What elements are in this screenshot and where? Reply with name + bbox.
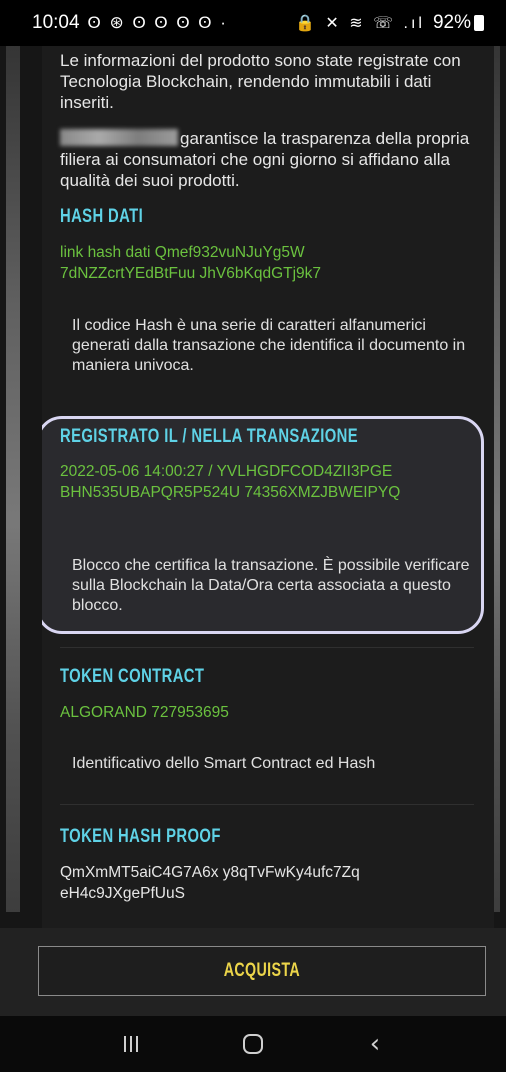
producer-paragraph: garantisce la trasparenza della propria … (60, 128, 470, 191)
section-divider (60, 804, 474, 805)
hash-dati-title: HASH DATI (60, 206, 144, 227)
home-button[interactable] (223, 1024, 283, 1064)
battery-percent: 92% (432, 12, 471, 33)
registrato-title: REGISTRATO IL / NELLA TRANSAZIONE (60, 426, 359, 447)
battery-icon (474, 15, 484, 31)
token-hash-proof-title: TOKEN HASH PROOF (60, 826, 221, 847)
redacted-producer-name (60, 129, 178, 146)
left-background-texture (6, 46, 20, 912)
hash-dati-link[interactable]: link hash dati Qmef932vuNJuYg5W 7dNZZcrt… (60, 242, 480, 284)
transaction-id[interactable]: 2022-05-06 14:00:27 / YVLHGDFCOD4ZII3PGE… (60, 461, 480, 503)
blockchain-info-panel[interactable]: Le informazioni del prodotto sono state … (42, 46, 494, 928)
section-divider (60, 647, 474, 648)
registrato-description: Blocco che certifica la transazione. È p… (72, 557, 470, 614)
home-icon (243, 1034, 263, 1054)
token-hash-proof-value: QmXmMT5aiC4G7A6x y8qTvFwKy4ufc7Zq eH4c9J… (60, 864, 360, 902)
back-chevron-icon: ‹ (369, 1029, 381, 1059)
recents-button[interactable] (101, 1024, 161, 1064)
status-time: 10:04 (32, 12, 80, 33)
purchase-footer: ACQUISTA (0, 928, 506, 1016)
acquista-button[interactable]: ACQUISTA (38, 946, 486, 996)
status-bar: 10:04 ʘ ⊛ ʘ ʘ ʘ ʘ · 🔒 ✕ ≋ ☏ .ıl 92% (0, 0, 506, 46)
system-status-icons: 🔒 ✕ ≋ ☏ .ıl (295, 15, 425, 32)
token-contract-description: Identificativo dello Smart Contract ed H… (72, 755, 376, 772)
back-button[interactable]: ‹ (345, 1024, 405, 1064)
intro-paragraph: Le informazioni del prodotto sono state … (60, 51, 461, 112)
token-contract-title: TOKEN CONTRACT (60, 666, 205, 687)
android-nav-bar: ‹ (0, 1016, 506, 1072)
token-contract-value[interactable]: ALGORAND 727953695 (60, 702, 480, 723)
app-screen: 10:04 ʘ ⊛ ʘ ʘ ʘ ʘ · 🔒 ✕ ≋ ☏ .ıl 92% Le i… (0, 0, 506, 1072)
notification-icons: ʘ ⊛ ʘ ʘ ʘ ʘ · (87, 13, 228, 32)
hash-dati-description: Il codice Hash è una serie di caratteri … (72, 317, 466, 374)
acquista-label: ACQUISTA (223, 960, 301, 981)
recents-icon (124, 1036, 138, 1052)
